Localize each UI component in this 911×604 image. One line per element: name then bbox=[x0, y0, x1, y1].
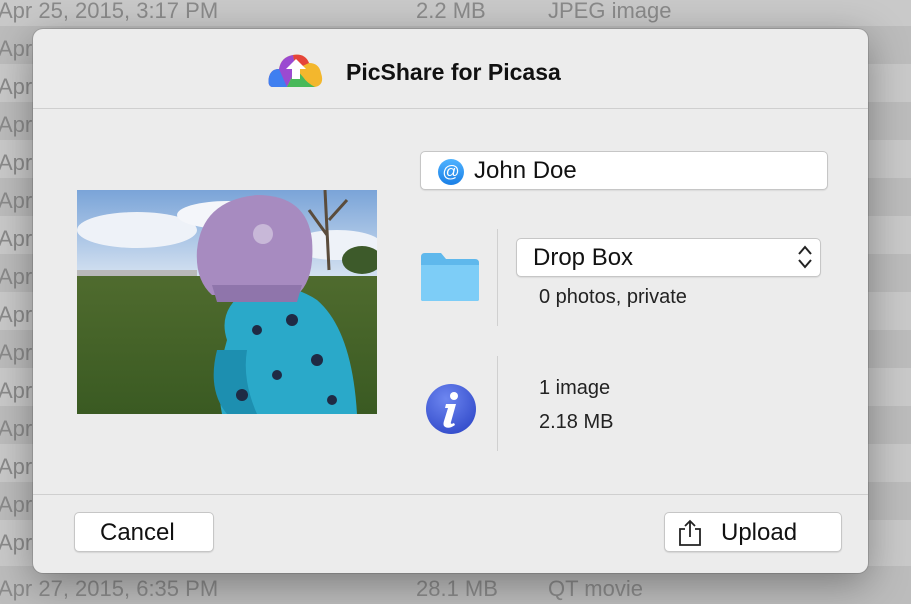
file-date: Apr bbox=[0, 454, 33, 479]
photo-thumbnail bbox=[77, 190, 377, 414]
at-sign-icon: @ bbox=[438, 159, 464, 185]
dialog-title: PicShare for Picasa bbox=[346, 59, 561, 85]
image-count: 1 image bbox=[539, 377, 611, 399]
chevron-updown-icon bbox=[798, 245, 812, 269]
file-size: 2.2 MB bbox=[416, 0, 486, 23]
file-list-row[interactable]: Apr 25, 2015, 3:17 PM 2.2 MB JPEG image bbox=[0, 0, 911, 26]
file-date: Apr bbox=[0, 36, 33, 61]
share-icon bbox=[679, 519, 701, 546]
file-kind: JPEG image bbox=[548, 0, 672, 23]
info-icon bbox=[426, 384, 476, 434]
album-info-text: 0 photos, private bbox=[539, 286, 687, 308]
dialog-footer: Cancel Upload bbox=[33, 494, 868, 573]
account-field[interactable]: @ John Doe bbox=[420, 151, 828, 190]
file-date: Apr bbox=[0, 112, 33, 137]
account-name: John Doe bbox=[474, 157, 577, 184]
file-date: Apr bbox=[0, 264, 33, 289]
file-date: Apr bbox=[0, 226, 33, 251]
image-size: 2.18 MB bbox=[539, 411, 614, 433]
album-selected-value: Drop Box bbox=[533, 244, 634, 271]
picshare-cloud-logo-icon bbox=[268, 54, 323, 87]
folder-icon bbox=[421, 253, 479, 301]
vertical-divider bbox=[497, 229, 498, 326]
file-date: Apr bbox=[0, 378, 33, 403]
dialog-header: PicShare for Picasa bbox=[33, 29, 868, 109]
file-date: Apr bbox=[0, 302, 33, 327]
album-dropdown[interactable]: Drop Box bbox=[516, 238, 821, 277]
upload-dialog: PicShare for Picasa @ John Doe Drop Box … bbox=[33, 29, 868, 573]
cancel-button-label: Cancel bbox=[100, 519, 175, 546]
file-date: Apr bbox=[0, 530, 33, 555]
upload-button-label: Upload bbox=[721, 519, 798, 546]
file-size: 28.1 MB bbox=[416, 576, 498, 601]
file-date: Apr 25, 2015, 3:17 PM bbox=[0, 0, 219, 23]
file-kind: QT movie bbox=[548, 576, 643, 601]
file-date: Apr bbox=[0, 74, 33, 99]
file-date: Apr bbox=[0, 188, 33, 213]
file-date: Apr bbox=[0, 492, 33, 517]
file-date: Apr 27, 2015, 6:35 PM bbox=[0, 576, 219, 601]
file-date: Apr bbox=[0, 150, 33, 175]
file-date: Apr bbox=[0, 416, 33, 441]
file-date: Apr bbox=[0, 340, 33, 365]
cancel-button[interactable]: Cancel bbox=[74, 512, 214, 552]
upload-button[interactable]: Upload bbox=[664, 512, 842, 552]
vertical-divider bbox=[497, 356, 498, 451]
